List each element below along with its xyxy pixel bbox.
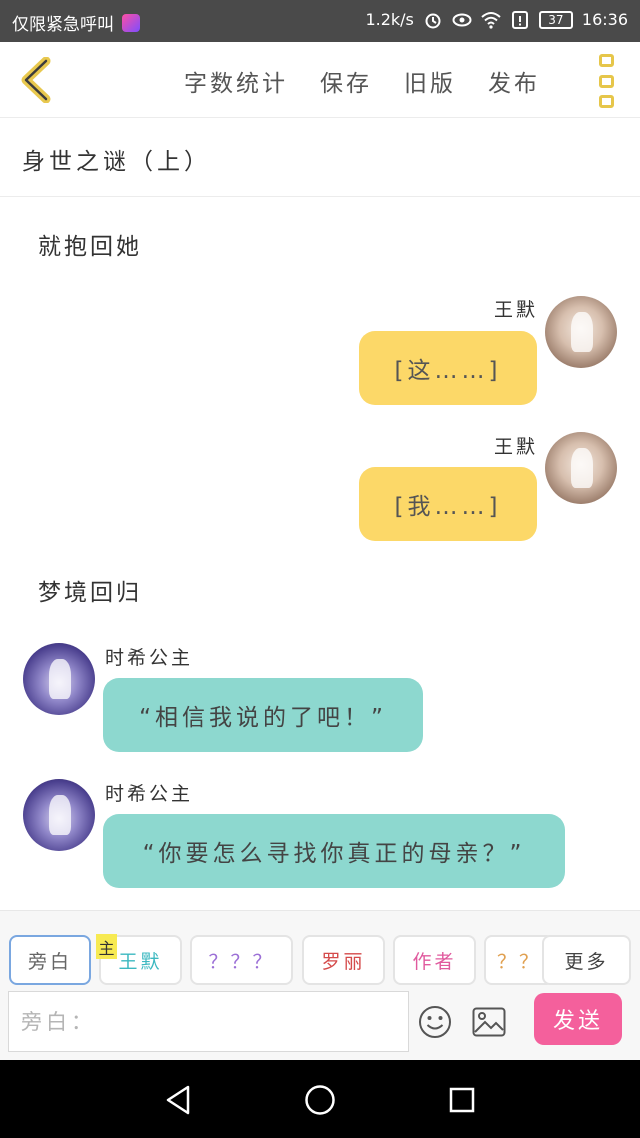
- speaker-name: 王默: [494, 436, 539, 458]
- chip-label: 作者: [412, 950, 457, 973]
- word-count-button[interactable]: 字数统计: [184, 64, 288, 98]
- message-bubble[interactable]: “你要怎么寻找你真正的母亲？”: [103, 814, 565, 888]
- chip-unknown[interactable]: ？？？: [190, 935, 293, 985]
- sim-alert-icon: [511, 10, 528, 29]
- message-bubble[interactable]: [这……]: [359, 331, 537, 405]
- eye-comfort-icon: [452, 13, 472, 26]
- carrier-text: 仅限紧急呼叫: [12, 15, 114, 35]
- chapter-title: 身世之谜（上）: [22, 149, 211, 175]
- chip-label: 罗丽: [321, 950, 366, 973]
- narration-line[interactable]: 就抱回她: [38, 227, 142, 261]
- chip-label: 更多: [564, 950, 609, 973]
- chip-narrator[interactable]: 旁白: [9, 935, 91, 985]
- status-bar: 仅限紧急呼叫 1.2k/s 37 16:36: [0, 0, 640, 42]
- chapter-header[interactable]: 身世之谜（上）: [0, 118, 640, 197]
- main-character-tag: 主: [96, 934, 117, 959]
- avatar-shixi[interactable]: [23, 643, 95, 715]
- status-right: 1.2k/s 37 16:36: [365, 10, 628, 29]
- chip-label: 王默: [118, 950, 163, 973]
- speaker-name: 时希公主: [105, 783, 194, 805]
- editor-toolbar: 字数统计 保存 旧版 发布: [0, 42, 640, 118]
- square-recents-icon: [449, 1087, 475, 1113]
- image-icon[interactable]: [472, 1007, 506, 1037]
- composer-panel: 旁白 王默 ？？？ 罗丽 作者 ？？ 更多 发送: [0, 910, 640, 1060]
- chip-label: ？？: [496, 950, 541, 973]
- save-button[interactable]: 保存: [320, 64, 372, 98]
- menu-dot-icon: [598, 74, 614, 88]
- avatar-wangmo[interactable]: [545, 432, 617, 504]
- story-content[interactable]: 就抱回她 王默 [这……] 王默 [我……] 梦境回归 时希公主 “相信我说的了…: [0, 197, 640, 910]
- message-input-field[interactable]: [8, 991, 409, 1052]
- menu-dot-icon: [598, 95, 614, 108]
- nav-recents-button[interactable]: [442, 1080, 482, 1120]
- circle-home-icon: [305, 1085, 335, 1115]
- menu-dot-icon: [598, 54, 614, 67]
- alarm-icon: [425, 13, 441, 28]
- message-bubble[interactable]: [我……]: [359, 467, 537, 541]
- message-input[interactable]: [21, 1009, 408, 1034]
- back-button[interactable]: [14, 56, 58, 104]
- chip-label: 旁白: [27, 950, 72, 973]
- status-left: 仅限紧急呼叫: [12, 10, 140, 35]
- send-button[interactable]: 发送: [534, 993, 622, 1045]
- chip-author[interactable]: 作者: [393, 935, 476, 985]
- message-bubble[interactable]: “相信我说的了吧！”: [103, 678, 423, 752]
- nav-home-button[interactable]: [300, 1080, 340, 1120]
- emoji-icon[interactable]: [418, 1005, 452, 1039]
- wifi-icon: [481, 11, 501, 29]
- network-speed: 1.2k/s: [365, 10, 414, 29]
- speaker-name: 王默: [494, 299, 539, 321]
- triangle-back-icon: [166, 1085, 190, 1115]
- narration-line[interactable]: 梦境回归: [38, 573, 142, 607]
- publish-button[interactable]: 发布: [488, 64, 540, 98]
- nav-back-button[interactable]: [158, 1080, 198, 1120]
- battery-indicator: 37: [538, 10, 573, 29]
- speaker-name: 时希公主: [105, 647, 194, 669]
- old-version-button[interactable]: 旧版: [404, 64, 456, 98]
- chip-more[interactable]: 更多: [542, 935, 631, 985]
- chevron-left-icon: [21, 57, 51, 103]
- avatar-wangmo[interactable]: [545, 296, 617, 368]
- more-menu-button[interactable]: [594, 54, 618, 108]
- chip-luoli[interactable]: 罗丽: [302, 935, 385, 985]
- toolbar-actions: 字数统计 保存 旧版 发布: [184, 64, 540, 98]
- avatar-shixi[interactable]: [23, 779, 95, 851]
- clock: 16:36: [581, 10, 628, 29]
- app-notification-icon: [122, 13, 140, 32]
- system-nav-bar: [0, 1060, 640, 1138]
- chip-label: ？？？: [208, 950, 275, 973]
